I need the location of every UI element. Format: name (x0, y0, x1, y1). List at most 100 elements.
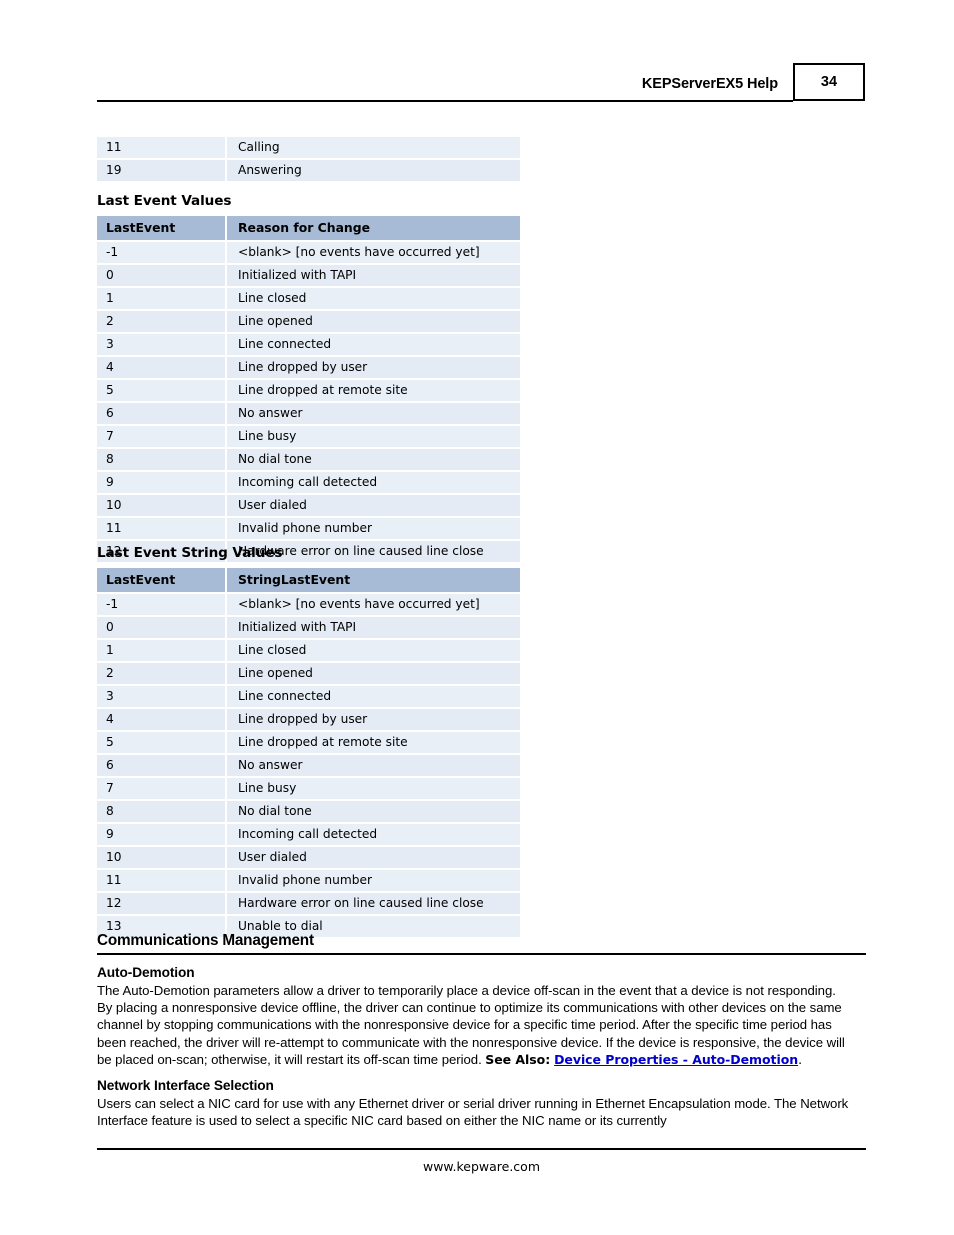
cell-description: Calling (225, 137, 520, 160)
cell-description: Incoming call detected (225, 824, 520, 847)
last-event-string-values-heading: Last Event String Values (97, 545, 283, 561)
section-divider (97, 953, 866, 955)
cell-description: Line dropped by user (225, 357, 520, 380)
cell-lastevent: 12 (97, 893, 225, 916)
cell-lastevent: -1 (97, 242, 225, 265)
last-event-string-values-table-body: -1 <blank> [no events have occurred yet] 0… (97, 594, 520, 939)
table-row: 0 Initialized with TAPI (97, 617, 520, 640)
cell-lastevent: 5 (97, 732, 225, 755)
cell-lastevent: 7 (97, 778, 225, 801)
cell-description: Invalid phone number (225, 518, 520, 541)
cell-lastevent: 0 (97, 617, 225, 640)
document-title: KEPServerEX5 Help (641, 76, 778, 92)
cell-description: Initialized with TAPI (225, 617, 520, 640)
cell-lastevent: 10 (97, 495, 225, 518)
table-row: 0 Initialized with TAPI (97, 265, 520, 288)
cell-description: No dial tone (225, 449, 520, 472)
cell-description: Line busy (225, 426, 520, 449)
table-row: 8 No dial tone (97, 449, 520, 472)
see-also-label: See Also: (485, 1051, 551, 1067)
cell-lastevent: -1 (97, 594, 225, 617)
cell-lastevent: 6 (97, 755, 225, 778)
cell-lastevent: 8 (97, 801, 225, 824)
table-row: 1 Line closed (97, 640, 520, 663)
network-interface-selection-paragraph: Users can select a NIC card for use with… (97, 1096, 849, 1129)
last-event-string-values-table-block: LastEvent StringLastEvent -1 <blank> [no … (97, 568, 520, 939)
cell-lastevent: 11 (97, 870, 225, 893)
cell-description: <blank> [no events have occurred yet] (225, 242, 520, 265)
column-header-reason: Reason for Change (225, 216, 520, 242)
table-row: 3 Line connected (97, 686, 520, 709)
table-row: 7 Line busy (97, 778, 520, 801)
table-row: 2 Line opened (97, 663, 520, 686)
cell-description: Answering (225, 160, 520, 183)
cell-lastevent: 2 (97, 311, 225, 334)
footer-url: www.kepware.com (422, 1159, 541, 1174)
table-row: 9 Incoming call detected (97, 824, 520, 847)
column-header-lastevent: LastEvent (97, 216, 225, 242)
table-row: 10 User dialed (97, 847, 520, 870)
cell-description: Incoming call detected (225, 472, 520, 495)
cell-description: No dial tone (225, 801, 520, 824)
table-row: 1 Line closed (97, 288, 520, 311)
table-row: 5 Line dropped at remote site (97, 380, 520, 403)
cell-description: No answer (225, 755, 520, 778)
table-row: -1 <blank> [no events have occurred yet] (97, 594, 520, 617)
continued-values-table-body: 11 Calling 19 Answering (97, 137, 520, 183)
cell-description: Line dropped at remote site (225, 732, 520, 755)
cell-lastevent: 3 (97, 686, 225, 709)
cell-lastevent: 1 (97, 640, 225, 663)
table-row: 5 Line dropped at remote site (97, 732, 520, 755)
cell-description: Line dropped at remote site (225, 380, 520, 403)
table-header-row: LastEvent StringLastEvent (97, 568, 520, 594)
page-header: KEPServerEX5 Help 34 (97, 60, 866, 105)
cell-description: Line closed (225, 288, 520, 311)
footer-divider (97, 1148, 866, 1150)
cell-lastevent: 1 (97, 288, 225, 311)
cell-lastevent: 0 (97, 265, 225, 288)
table-header-row: LastEvent Reason for Change (97, 216, 520, 242)
table-row: 12 Hardware error on line caused line clo… (97, 893, 520, 916)
cell-description: Line connected (225, 334, 520, 357)
cell-description: Line closed (225, 640, 520, 663)
cell-description: Line opened (225, 663, 520, 686)
continued-values-table-block: 11 Calling 19 Answering (97, 137, 520, 183)
table-row: 10 User dialed (97, 495, 520, 518)
last-event-string-values-table: LastEvent StringLastEvent -1 <blank> [no … (97, 568, 520, 939)
cell-lastevent: 3 (97, 334, 225, 357)
cell-lastevent: 7 (97, 426, 225, 449)
table-row: 2 Line opened (97, 311, 520, 334)
page-number: 34 (820, 74, 838, 90)
cell-lastevent: 4 (97, 709, 225, 732)
table-row: 11 Calling (97, 137, 520, 160)
cell-lastevent: 8 (97, 449, 225, 472)
continued-values-table: 11 Calling 19 Answering (97, 137, 520, 183)
cell-lastevent: 10 (97, 847, 225, 870)
subsection-title-auto-demotion: Auto-Demotion (97, 965, 195, 980)
table-row: 6 No answer (97, 755, 520, 778)
cell-description: No answer (225, 403, 520, 426)
cell-lastevent: 9 (97, 824, 225, 847)
link-device-properties-auto-demotion[interactable]: Device Properties - Auto-Demotion (554, 1052, 798, 1067)
table-row: 7 Line busy (97, 426, 520, 449)
last-event-values-table: LastEvent Reason for Change -1 <blank> [n… (97, 216, 520, 564)
communications-management-section: Communications Management Auto-Demotion … (97, 932, 866, 1129)
column-header-lastevent: LastEvent (97, 568, 225, 594)
table-row: 11 Invalid phone number (97, 518, 520, 541)
table-row: 4 Line dropped by user (97, 709, 520, 732)
cell-description: Line connected (225, 686, 520, 709)
cell-description: User dialed (225, 495, 520, 518)
cell-description: User dialed (225, 847, 520, 870)
cell-description: Line dropped by user (225, 709, 520, 732)
table-row: 11 Invalid phone number (97, 870, 520, 893)
cell-lastevent: 19 (97, 160, 225, 183)
cell-lastevent: 2 (97, 663, 225, 686)
page-number-box: 34 (793, 63, 865, 101)
last-event-string-values-table-head: LastEvent StringLastEvent (97, 568, 520, 594)
cell-description: Invalid phone number (225, 870, 520, 893)
last-event-values-table-head: LastEvent Reason for Change (97, 216, 520, 242)
table-row: -1 <blank> [no events have occurred yet] (97, 242, 520, 265)
cell-lastevent: 11 (97, 137, 225, 160)
auto-demotion-paragraph: The Auto-Demotion parameters allow a dri… (97, 982, 852, 1068)
table-row: 9 Incoming call detected (97, 472, 520, 495)
